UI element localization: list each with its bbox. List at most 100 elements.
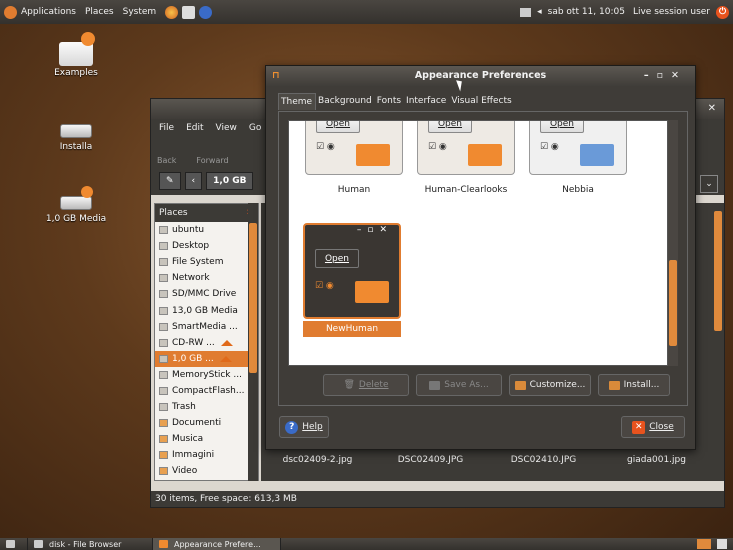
customize-button[interactable]: Customize... [509, 374, 591, 396]
forward-button[interactable]: Forward [196, 156, 228, 165]
applications-menu[interactable]: Applications [4, 5, 76, 19]
file-item[interactable]: giada001.jpg [600, 455, 713, 465]
chevron-down-icon[interactable]: ⌄ [700, 175, 718, 193]
firefox-icon[interactable] [165, 5, 179, 19]
places-scrollbar[interactable] [248, 203, 258, 481]
badge-icon [81, 32, 95, 46]
sidebar-item[interactable]: 1,0 GB ... [155, 350, 258, 367]
sidebar-item[interactable]: File System [155, 254, 258, 270]
desktop-icon-usb-media[interactable]: 1,0 GB Media [36, 182, 116, 224]
save-as-label: Save As... [444, 380, 489, 390]
preview-folder-icon [356, 144, 390, 166]
help-button[interactable]: ? Help [279, 416, 329, 438]
file-item[interactable]: dsc02409-2.jpg [261, 455, 374, 465]
theme-item[interactable]: –▫✕ Open ☑ ◉ NewHuman [303, 223, 401, 337]
menu-view[interactable]: View [216, 123, 237, 133]
sidebar-item[interactable]: CD-RW ... [155, 335, 258, 351]
theme-list-scrollbar[interactable] [668, 120, 678, 366]
eject-icon[interactable] [220, 339, 233, 346]
preview-checkbox-icon: ☑ ◉ [540, 142, 559, 152]
place-icon [159, 354, 168, 363]
desktop-icon-installa[interactable]: Installa [36, 110, 116, 152]
tab-theme[interactable]: Theme [278, 93, 317, 110]
place-icon [159, 258, 168, 267]
drive-icon [60, 124, 92, 138]
close-icon[interactable]: ✕ [671, 70, 687, 81]
desktop-icon-examples[interactable]: Examples [36, 32, 116, 78]
taskbar-item-file-browser[interactable]: disk - File Browser [28, 538, 153, 550]
theme-preview: –▫✕ Open ☑ ◉ [303, 223, 401, 319]
place-icon [159, 467, 168, 476]
sidebar-item[interactable]: ubuntu [155, 222, 258, 238]
delete-label: Delete [358, 380, 389, 390]
volume-icon[interactable]: ◂ [537, 7, 542, 17]
sidebar-item[interactable]: Immagini [155, 447, 258, 463]
theme-item[interactable]: Open ☑ ◉ Human-Clearlooks [417, 121, 515, 195]
theme-item[interactable]: Open ☑ ◉ Nebbia [529, 121, 627, 195]
preview-folder-icon [580, 144, 614, 166]
sidebar-item[interactable]: SmartMedia ... [155, 319, 258, 335]
tab-fonts[interactable]: Fonts [375, 93, 404, 110]
place-icon [159, 322, 168, 331]
file-item[interactable]: DSC02409.JPG [374, 455, 487, 465]
sidebar-item[interactable]: SD/MMC Drive [155, 286, 258, 302]
sidebar-item[interactable]: Video [155, 463, 258, 479]
sidebar-item[interactable]: Documenti [155, 415, 258, 431]
close-icon[interactable]: ✕ [708, 103, 716, 114]
back-button[interactable]: Back [157, 156, 176, 165]
theme-name: Human-Clearlooks [424, 185, 508, 195]
taskbar-label: disk - File Browser [49, 539, 122, 549]
system-menu[interactable]: System [123, 7, 157, 17]
sidebar-item[interactable]: 13,0 GB Media [155, 302, 258, 318]
show-desktop-button[interactable] [0, 538, 28, 550]
sidebar-item[interactable]: CompactFlash... [155, 383, 258, 399]
mail-icon[interactable] [182, 5, 196, 19]
menu-edit[interactable]: Edit [186, 123, 203, 133]
network-icon[interactable] [520, 7, 532, 17]
window-controls: –▫✕ [644, 66, 687, 86]
taskbar-item-appearance[interactable]: Appearance Prefere... [153, 538, 281, 550]
eject-icon[interactable] [219, 355, 232, 362]
status-bar: 30 items, Free space: 613,3 MB [151, 491, 724, 507]
tab-background[interactable]: Background [316, 93, 375, 110]
save-as-button[interactable]: Save As... [416, 374, 502, 396]
close-button[interactable]: ✕ Close [621, 416, 685, 438]
menu-file[interactable]: File [159, 123, 174, 133]
delete-button[interactable]: 🗑 Delete [323, 374, 409, 396]
install-button[interactable]: Install... [598, 374, 670, 396]
appearance-titlebar[interactable]: ⊓ Appearance Preferences –▫✕ [266, 66, 695, 86]
help-label: Help [302, 422, 323, 432]
places-header[interactable]: Places ✖ [155, 204, 258, 222]
sidebar-item[interactable]: Musica [155, 431, 258, 447]
workspace-switcher[interactable] [697, 539, 711, 549]
minimize-icon[interactable]: – [644, 70, 657, 81]
sidebar-item-label: 1,0 GB ... [172, 353, 214, 364]
clock[interactable]: sab ott 11, 10:05 [548, 7, 625, 17]
power-icon[interactable]: ⏻ [716, 5, 729, 19]
preview-folder-icon [468, 144, 502, 166]
maximize-icon[interactable]: ▫ [657, 70, 671, 81]
sidebar-item[interactable]: MemoryStick ... [155, 367, 258, 383]
window-menu-icon[interactable]: ⊓ [272, 66, 280, 86]
file-item[interactable]: DSC02410.JPG [487, 455, 600, 465]
file-view-scrollbar[interactable] [713, 203, 724, 481]
preview-open-button: Open [316, 121, 360, 133]
places-header-label: Places [159, 208, 188, 218]
sidebar-item[interactable]: Network [155, 270, 258, 286]
preview-checkbox-icon: ☑ ◉ [315, 281, 334, 291]
location-crumb[interactable]: 1,0 GB [206, 172, 254, 190]
sidebar-item[interactable]: Desktop [155, 238, 258, 254]
tab-visual-effects[interactable]: Visual Effects [449, 93, 514, 110]
customize-icon [514, 380, 526, 390]
sidebar-item[interactable]: Trash [155, 399, 258, 415]
location-back-button[interactable]: ‹ [184, 172, 203, 190]
session-user[interactable]: Live session user [633, 7, 710, 17]
places-menu[interactable]: Places [85, 7, 114, 17]
help-icon[interactable] [199, 5, 213, 19]
trash-applet-icon[interactable] [717, 539, 727, 549]
menu-go[interactable]: Go [249, 123, 261, 133]
tab-interface[interactable]: Interface [404, 93, 449, 110]
theme-item[interactable]: Open ☑ ◉ Human [305, 121, 403, 195]
edit-location-button[interactable]: ✎ [159, 172, 181, 190]
theme-actions: 🗑 Delete Save As... Customize... Install… [323, 374, 677, 396]
